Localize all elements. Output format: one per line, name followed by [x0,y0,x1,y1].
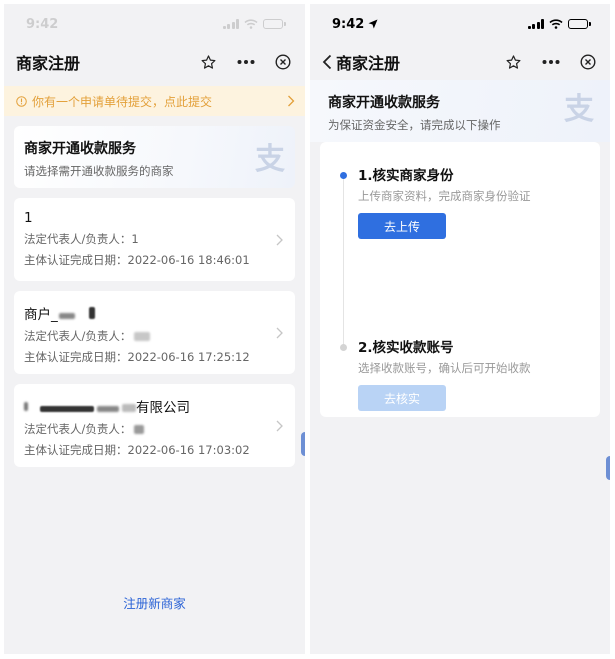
status-time: 9:42 [332,16,365,32]
redacted-text [134,331,151,341]
nav-bar: 商家注册 [4,44,305,80]
chevron-right-icon [276,234,283,250]
page-title: 商家注册 [16,54,81,73]
verify-button[interactable]: 去核实 [358,385,446,411]
signal-icon [222,19,239,29]
more-dots-icon[interactable] [237,59,255,65]
cert-date-value: 2022-06-16 17:25:12 [127,350,250,364]
location-arrow-icon [368,19,378,29]
redacted-text [24,401,28,411]
status-bar: 9:42 [4,4,305,44]
service-subtitle: 为保证资金安全，请完成以下操作 [328,118,501,132]
service-header: 商家开通收款服务 为保证资金安全，请完成以下操作 支 [310,80,610,142]
register-new-merchant-link[interactable]: 注册新商家 [4,593,305,612]
status-time: 9:42 [26,16,59,32]
more-dots-icon[interactable] [542,59,560,65]
redacted-text [134,424,145,434]
wifi-icon [549,19,563,29]
cert-date-value: 2022-06-16 17:03:02 [127,443,250,457]
close-circle-icon[interactable] [580,54,596,70]
legal-rep-value: 1 [131,232,139,246]
redacted-text [122,404,136,412]
cert-date-label: 主体认证完成日期： [24,253,128,267]
status-bar: 9:42 [310,4,610,44]
wifi-icon [244,19,258,29]
step-description: 上传商家资料，完成商家身份验证 [358,189,531,203]
info-circle-icon [16,95,27,107]
notice-text: 你有一个申请单待提交，点此提交 [32,94,213,109]
close-circle-icon[interactable] [275,54,291,70]
battery-icon [568,19,591,29]
merchant-card[interactable]: 有限公司 法定代表人/负责人： 主体认证完成日期： 2022-06-16 17:… [14,384,295,467]
screen-merchant-list: 9:42 商家注册 你有一个申请单待提交，点此提交 商家开通收款服务 请选择需开… [4,4,305,654]
service-subtitle: 请选择需开通收款服务的商家 [24,164,174,178]
legal-rep-label: 法定代表人/负责人： [24,422,132,436]
cert-date-label: 主体认证完成日期： [24,350,128,364]
merchant-name: 商户_ [24,307,58,323]
floating-side-handle[interactable] [606,456,610,480]
legal-rep-label: 法定代表人/负责人： [24,329,132,343]
timeline-line [343,176,344,346]
redacted-text [58,313,75,319]
status-icons [527,19,591,29]
star-icon[interactable] [200,54,217,71]
verification-steps-card: 1.核实商家身份 上传商家资料，完成商家身份验证 去上传 2.核实收款账号 选择… [320,142,600,417]
step-verify-account: 2.核实收款账号 选择收款账号，确认后可开始收款 去核实 [358,336,590,411]
merchant-name: 1 [24,210,33,226]
legal-rep-label: 法定代表人/负责人： [24,232,132,246]
redacted-text [88,307,95,319]
chevron-right-icon [276,420,283,436]
chevron-right-icon [288,95,295,107]
redacted-text [97,406,119,412]
alipay-logo-icon: 支 [255,142,285,177]
service-header: 商家开通收款服务 请选择需开通收款服务的商家 支 [14,126,295,188]
upload-button[interactable]: 去上传 [358,213,446,239]
merchant-card[interactable]: 商户_ 法定代表人/负责人： 主体认证完成日期： 2022-06-16 17:2… [14,291,295,374]
merchant-name: 有限公司 [136,400,190,416]
alipay-logo-icon: 支 [564,92,594,127]
step-dot-active [340,172,347,179]
step-verify-identity: 1.核实商家身份 上传商家资料，完成商家身份验证 去上传 [358,164,590,239]
cert-date-value: 2022-06-16 18:46:01 [127,253,250,267]
chevron-right-icon [276,327,283,343]
nav-bar: 商家注册 [310,44,610,80]
service-title: 商家开通收款服务 [24,141,136,157]
screen-verification-steps: 9:42 商家注册 商家开通收款服务 为保证资金安全，请完成以下操作 支 1.核… [310,4,610,654]
merchant-card[interactable]: 1 法定代表人/负责人： 1 主体认证完成日期： 2022-06-16 18:4… [14,198,295,281]
battery-icon [263,19,286,29]
redacted-text [40,406,94,412]
star-icon[interactable] [505,54,522,71]
pending-application-notice[interactable]: 你有一个申请单待提交，点此提交 [4,86,305,116]
step-title: 2.核实收款账号 [358,340,454,356]
floating-side-handle[interactable] [301,432,305,456]
status-icons [222,19,286,29]
cert-date-label: 主体认证完成日期： [24,443,128,457]
page-title: 商家注册 [336,54,401,73]
step-dot-inactive [340,344,347,351]
service-title: 商家开通收款服务 [328,95,440,111]
signal-icon [527,19,544,29]
step-description: 选择收款账号，确认后可开始收款 [358,361,531,375]
chevron-left-icon[interactable] [322,54,332,70]
step-title: 1.核实商家身份 [358,168,454,184]
